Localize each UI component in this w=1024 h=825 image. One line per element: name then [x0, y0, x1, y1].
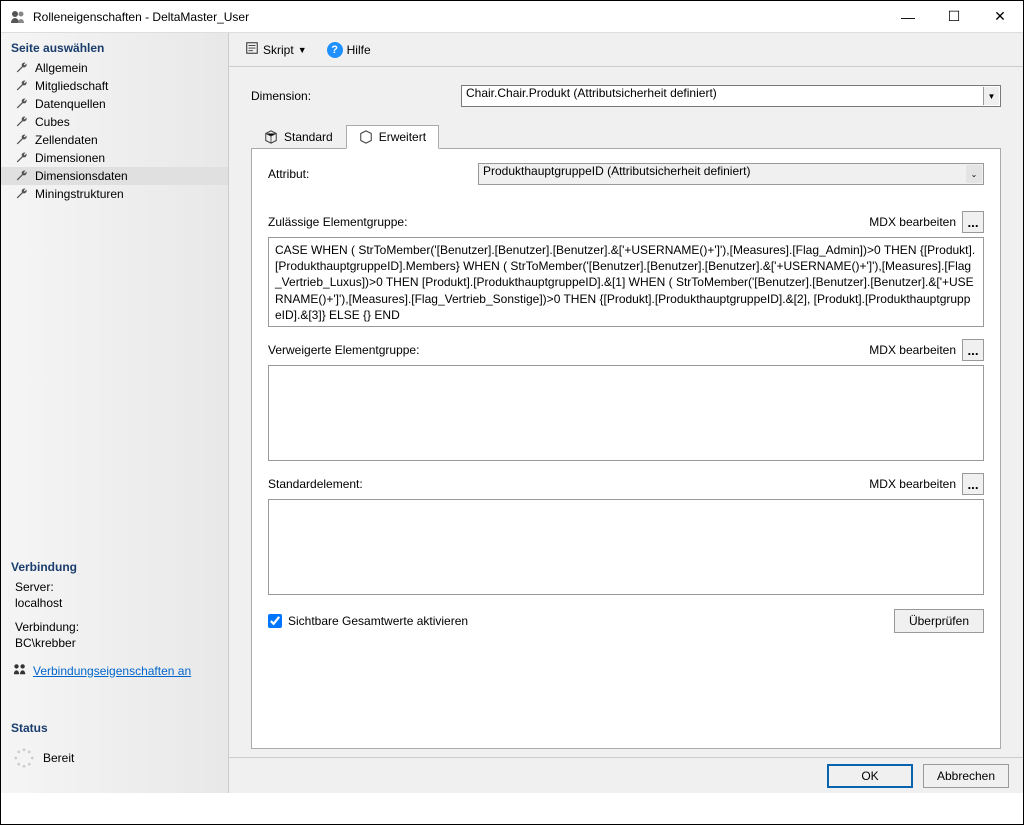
sidebar-item-miningstrukturen[interactable]: Miningstrukturen — [1, 185, 228, 203]
wrench-icon — [15, 79, 29, 93]
connection-props-icon — [13, 662, 27, 679]
sidebar-item-label: Zellendaten — [35, 133, 98, 147]
visible-totals-checkbox[interactable]: Sichtbare Gesamtwerte aktivieren — [268, 614, 468, 628]
sidebar-item-dimensionsdaten[interactable]: Dimensionsdaten — [1, 167, 228, 185]
sidebar-item-datenquellen[interactable]: Datenquellen — [1, 95, 228, 113]
attribut-label: Attribut: — [268, 167, 468, 181]
sidebar-item-zellendaten[interactable]: Zellendaten — [1, 131, 228, 149]
sidebar-item-label: Allgemein — [35, 61, 88, 75]
attribut-select[interactable]: ProdukthauptgruppeID (Attributsicherheit… — [478, 163, 984, 185]
ellipsis-button-default[interactable]: ... — [962, 473, 984, 495]
sidebar-item-label: Miningstrukturen — [35, 187, 124, 201]
default-label: Standardelement: — [268, 477, 363, 491]
close-button[interactable]: ✕ — [977, 2, 1023, 32]
help-icon: ? — [327, 42, 343, 58]
server-value: localhost — [1, 596, 228, 618]
wrench-icon — [15, 151, 29, 165]
sidebar-item-label: Dimensionen — [35, 151, 105, 165]
content-area: Skript ▼ ? Hilfe Dimension: Chair.Chair.… — [229, 33, 1023, 793]
help-label: Hilfe — [347, 43, 371, 57]
allowed-label: Zulässige Elementgruppe: — [268, 215, 407, 229]
mdx-edit-allowed[interactable]: MDX bearbeiten — [869, 215, 956, 229]
dimension-label: Dimension: — [251, 89, 451, 103]
content-toolbar: Skript ▼ ? Hilfe — [229, 33, 1023, 67]
role-icon — [9, 8, 27, 26]
status-value: Bereit — [43, 751, 74, 765]
tab-standard[interactable]: Standard — [251, 125, 346, 148]
title-bar: Rolleneigenschaften - DeltaMaster_User —… — [1, 1, 1023, 33]
tab-erweitert-label: Erweitert — [379, 130, 426, 144]
sidebar-item-cubes[interactable]: Cubes — [1, 113, 228, 131]
wrench-icon — [15, 169, 29, 183]
sidebar-item-label: Cubes — [35, 115, 70, 129]
default-mdx-box[interactable] — [268, 499, 984, 595]
attribut-value: ProdukthauptgruppeID (Attributsicherheit… — [478, 163, 984, 185]
tab-standard-label: Standard — [284, 130, 333, 144]
visible-totals-label: Sichtbare Gesamtwerte aktivieren — [288, 614, 468, 628]
sidebar: Seite auswählen Allgemein Mitgliedschaft… — [1, 33, 229, 793]
dropdown-arrow-icon: ▼ — [298, 45, 307, 55]
dialog-footer: OK Abbrechen — [229, 757, 1023, 793]
wrench-icon — [15, 61, 29, 75]
sidebar-item-label: Dimensionsdaten — [35, 169, 128, 183]
cancel-button[interactable]: Abbrechen — [923, 764, 1009, 788]
sidebar-item-allgemein[interactable]: Allgemein — [1, 59, 228, 77]
window-title: Rolleneigenschaften - DeltaMaster_User — [33, 10, 885, 24]
connection-label: Verbindung: — [1, 618, 228, 636]
ellipsis-button-allowed[interactable]: ... — [962, 211, 984, 233]
allowed-mdx-box[interactable]: CASE WHEN ( StrToMember('[Benutzer].[Ben… — [268, 237, 984, 327]
server-label: Server: — [1, 578, 228, 596]
dimension-value: Chair.Chair.Produkt (Attributsicherheit … — [461, 85, 1001, 107]
denied-label: Verweigerte Elementgruppe: — [268, 343, 419, 357]
tab-erweitert[interactable]: Erweitert — [346, 125, 439, 149]
sidebar-item-label: Datenquellen — [35, 97, 106, 111]
script-label: Skript — [263, 43, 294, 57]
mdx-edit-denied[interactable]: MDX bearbeiten — [869, 343, 956, 357]
script-button[interactable]: Skript ▼ — [241, 39, 311, 60]
wrench-icon — [15, 187, 29, 201]
verify-button[interactable]: Überprüfen — [894, 609, 984, 633]
wrench-icon — [15, 97, 29, 111]
status-spinner-icon — [13, 747, 35, 769]
cube-icon — [264, 130, 278, 144]
script-icon — [245, 41, 259, 58]
sidebar-item-dimensionen[interactable]: Dimensionen — [1, 149, 228, 167]
visible-totals-input[interactable] — [268, 614, 282, 628]
wrench-icon — [15, 115, 29, 129]
help-button[interactable]: ? Hilfe — [323, 40, 375, 60]
denied-mdx-box[interactable] — [268, 365, 984, 461]
sidebar-item-mitgliedschaft[interactable]: Mitgliedschaft — [1, 77, 228, 95]
ellipsis-button-denied[interactable]: ... — [962, 339, 984, 361]
sidebar-item-label: Mitgliedschaft — [35, 79, 108, 93]
wrench-icon — [15, 133, 29, 147]
sidebar-heading-pages: Seite auswählen — [1, 37, 228, 59]
maximize-button[interactable]: ☐ — [931, 2, 977, 32]
dimension-select[interactable]: Chair.Chair.Produkt (Attributsicherheit … — [461, 85, 1001, 107]
sidebar-heading-connection: Verbindung — [1, 556, 228, 578]
sidebar-heading-status: Status — [1, 717, 228, 739]
tabs: Standard Erweitert — [251, 125, 1001, 149]
tab-panel-erweitert: Attribut: ProdukthauptgruppeID (Attribut… — [251, 149, 1001, 749]
cube-outline-icon — [359, 130, 373, 144]
ok-button[interactable]: OK — [827, 764, 913, 788]
connection-props-link[interactable]: Verbindungseigenschaften an — [33, 664, 191, 678]
mdx-edit-default[interactable]: MDX bearbeiten — [869, 477, 956, 491]
connection-value: BC\krebber — [1, 636, 228, 658]
minimize-button[interactable]: — — [885, 2, 931, 32]
